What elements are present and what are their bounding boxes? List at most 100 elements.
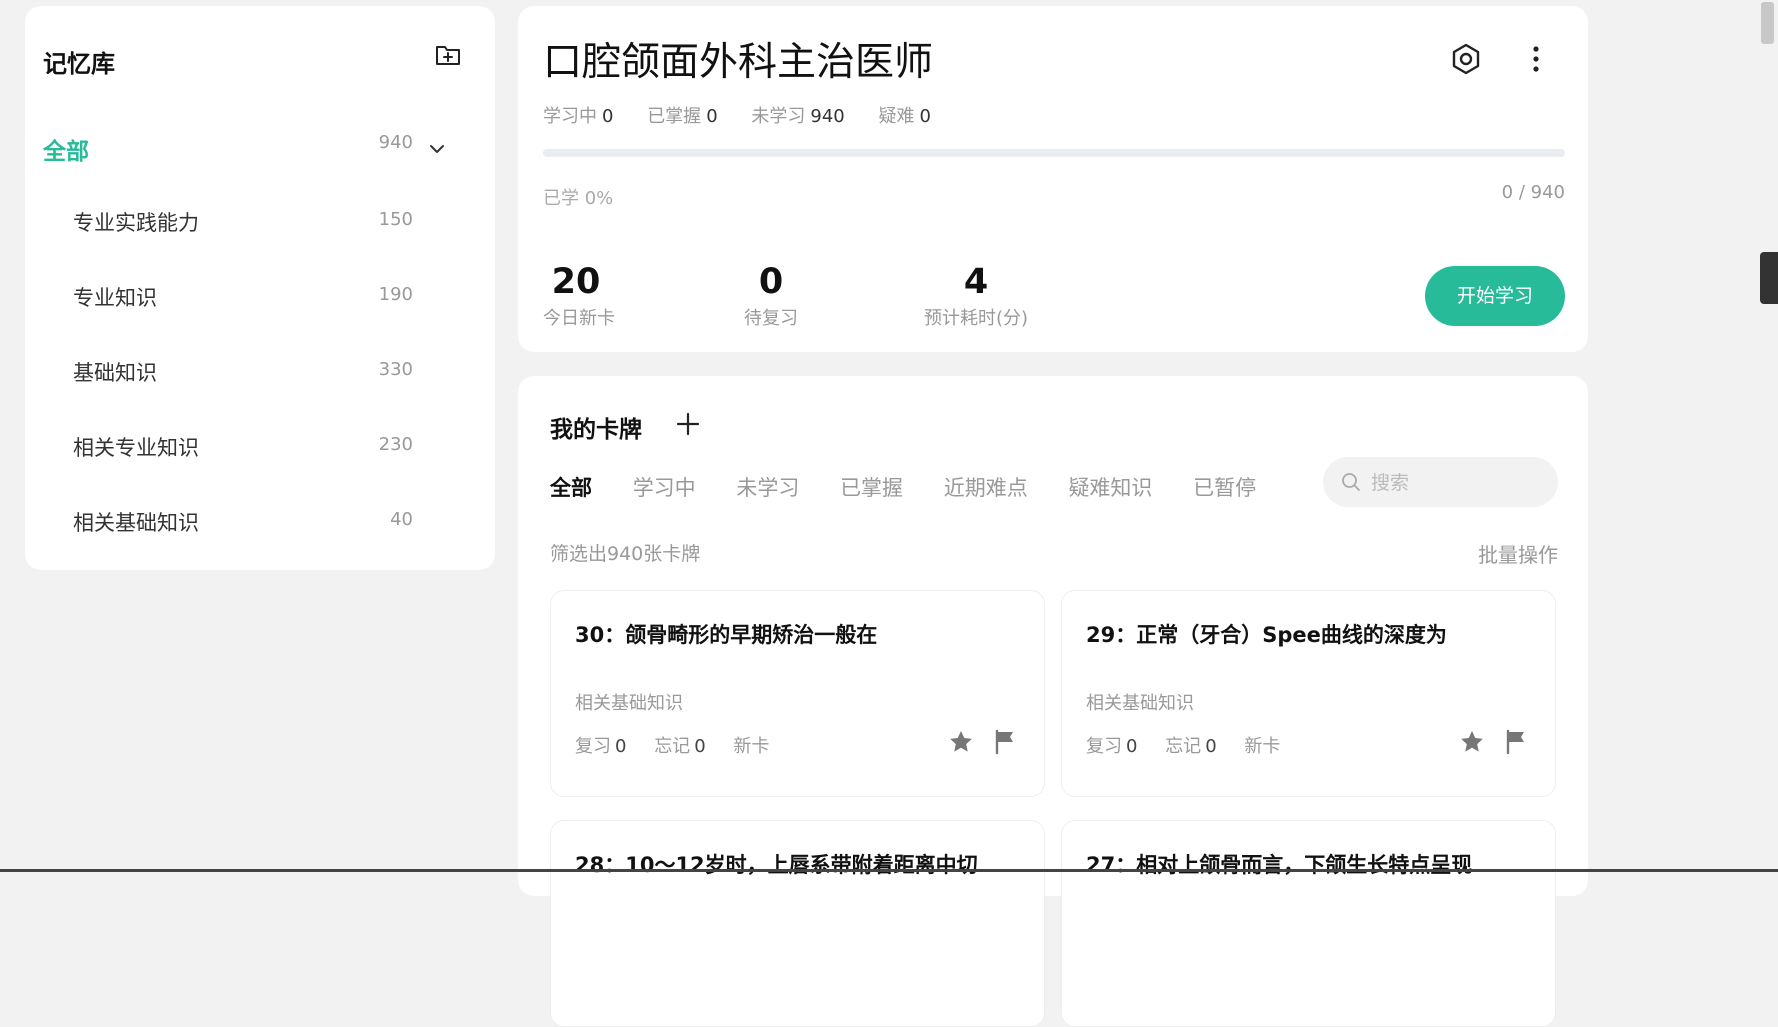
sidebar-item-related-basic[interactable]: 相关基础知识 40 [73,496,463,542]
card-review-value: 0 [615,736,627,757]
sidebar-item-count: 230 [378,434,413,455]
stat-unlearned: 未学习 940 [751,106,844,127]
card-item[interactable]: 30：颌骨畸形的早期矫治一般在 相关基础知识 复习 0 忘记 0 新卡 [550,590,1045,797]
folder-add-icon [436,46,460,65]
card-review-value: 0 [1126,736,1138,757]
metric-review: 0 待复习 [743,262,799,330]
tab-difficult-knowledge[interactable]: 疑难知识 [1068,472,1152,502]
card-item[interactable]: 28：10～12岁时，上唇系带附着距离中切 [550,820,1045,1027]
stat-difficult: 疑难 0 [878,106,930,127]
scrollbar-thumb[interactable] [1761,2,1774,44]
sidebar-item-label: 相关基础知识 [73,511,199,535]
card-forget-label: 忘记 [654,736,691,757]
card-title: 28：10～12岁时，上唇系带附着距离中切 [575,853,978,877]
more-menu-button[interactable] [1522,42,1550,76]
sidebar-item-count: 190 [378,284,413,305]
flag-icon[interactable] [1504,729,1528,755]
card-review-label: 复习 [575,736,611,757]
tab-all[interactable]: 全部 [550,472,592,502]
card-forget-label: 忘记 [1165,736,1202,757]
sidebar-item-label: 基础知识 [73,361,157,385]
sidebar-item-count: 940 [378,132,413,153]
floating-side-handle[interactable] [1760,252,1778,304]
sidebar-item-related-professional[interactable]: 相关专业知识 230 [73,421,463,467]
progress-bar [543,149,1565,157]
star-icon[interactable] [948,729,974,755]
star-icon[interactable] [1459,729,1485,755]
sidebar-item-label: 专业实践能力 [73,211,199,235]
page-scrollbar[interactable] [1757,0,1778,872]
card-item[interactable]: 27：相对上颌骨而言，下颌生长特点呈现 [1061,820,1556,1027]
card-forget-value: 0 [1205,736,1217,757]
tab-recent-difficult[interactable]: 近期难点 [944,472,1028,502]
chevron-down-icon[interactable] [429,144,445,154]
metric-new-cards: 20 今日新卡 [543,262,615,330]
card-forget-value: 0 [694,736,706,757]
sidebar-item-all[interactable]: 全部 940 [43,122,463,168]
search-icon [1342,473,1360,491]
plus-icon [676,412,700,436]
flag-icon[interactable] [993,729,1017,755]
filter-result-text: 筛选出940张卡牌 [550,543,701,565]
card-title: 30：颌骨畸形的早期矫治一般在 [575,623,878,647]
sidebar-item-count: 40 [390,509,413,530]
card-title: 27：相对上颌骨而言，下颌生长特点呈现 [1086,853,1473,877]
stat-value: 0 [706,106,718,127]
metric-estimated-time: 4 预计耗时(分) [921,262,1031,330]
progress-count: 0 / 940 [1501,182,1565,203]
card-forget-count: 忘记 0 [654,736,705,757]
start-learning-button[interactable]: 开始学习 [1425,266,1565,326]
stat-value: 0 [919,106,931,127]
search-input[interactable] [1369,469,1543,497]
target-icon [1452,43,1480,75]
sidebar-item-practice[interactable]: 专业实践能力 150 [73,196,463,242]
more-vertical-icon [1533,46,1539,72]
tab-unlearned[interactable]: 未学习 [736,472,799,502]
card-category: 相关基础知识 [575,693,683,714]
add-card-button[interactable] [675,411,701,443]
card-review-label: 复习 [1086,736,1122,757]
metric-value: 20 [551,262,601,302]
sidebar-item-label: 专业知识 [73,286,157,310]
metric-value: 4 [963,262,989,302]
card-item[interactable]: 29：正常（牙合）Spee曲线的深度为 相关基础知识 复习 0 忘记 0 新卡 [1061,590,1556,797]
progress-label: 已学 0% [543,188,614,209]
tab-paused[interactable]: 已暂停 [1193,472,1256,502]
metric-label: 今日新卡 [543,308,615,329]
card-forget-count: 忘记 0 [1165,736,1216,757]
stat-label: 疑难 [878,106,915,127]
batch-operation-button[interactable]: 批量操作 [1478,539,1558,568]
card-category: 相关基础知识 [1086,693,1194,714]
sidebar-item-label: 相关专业知识 [73,436,199,460]
search-box [1323,457,1558,507]
stat-value: 940 [810,106,845,127]
stat-label: 未学习 [751,106,806,127]
stat-value: 0 [602,106,614,127]
card-filter-tabs: 全部 学习中 未学习 已掌握 近期难点 疑难知识 已暂停 [550,472,1290,502]
card-review-count: 复习 0 [575,736,626,757]
deck-stats: 学习中 0 已掌握 0 未学习 940 疑难 0 [543,102,959,128]
cards-title: 我的卡牌 [550,417,642,443]
add-folder-button[interactable] [433,40,463,70]
card-meta: 复习 0 忘记 0 新卡 [575,732,769,758]
stat-label: 已掌握 [647,106,702,127]
metric-label: 预计耗时(分) [923,308,1029,329]
target-button[interactable] [1449,42,1483,76]
tab-learning[interactable]: 学习中 [633,472,696,502]
tab-mastered[interactable]: 已掌握 [840,472,903,502]
card-status: 新卡 [1244,736,1281,757]
sidebar-title: 记忆库 [43,50,115,78]
sidebar-item-basic[interactable]: 基础知识 330 [73,346,463,392]
sidebar: 记忆库 全部 940 专业实践能力 150 专业知识 190 基础知识 330 … [25,6,495,570]
sidebar-item-professional[interactable]: 专业知识 190 [73,271,463,317]
card-status: 新卡 [733,736,770,757]
card-review-count: 复习 0 [1086,736,1137,757]
deck-title: 口腔颌面外科主治医师 [543,40,934,85]
stat-label: 学习中 [543,106,597,127]
card-meta: 复习 0 忘记 0 新卡 [1086,732,1280,758]
card-title: 29：正常（牙合）Spee曲线的深度为 [1086,623,1447,647]
sidebar-item-label: 全部 [43,139,89,165]
stat-learning: 学习中 0 [543,106,613,127]
sidebar-item-count: 150 [378,209,413,230]
stat-mastered: 已掌握 0 [647,106,717,127]
